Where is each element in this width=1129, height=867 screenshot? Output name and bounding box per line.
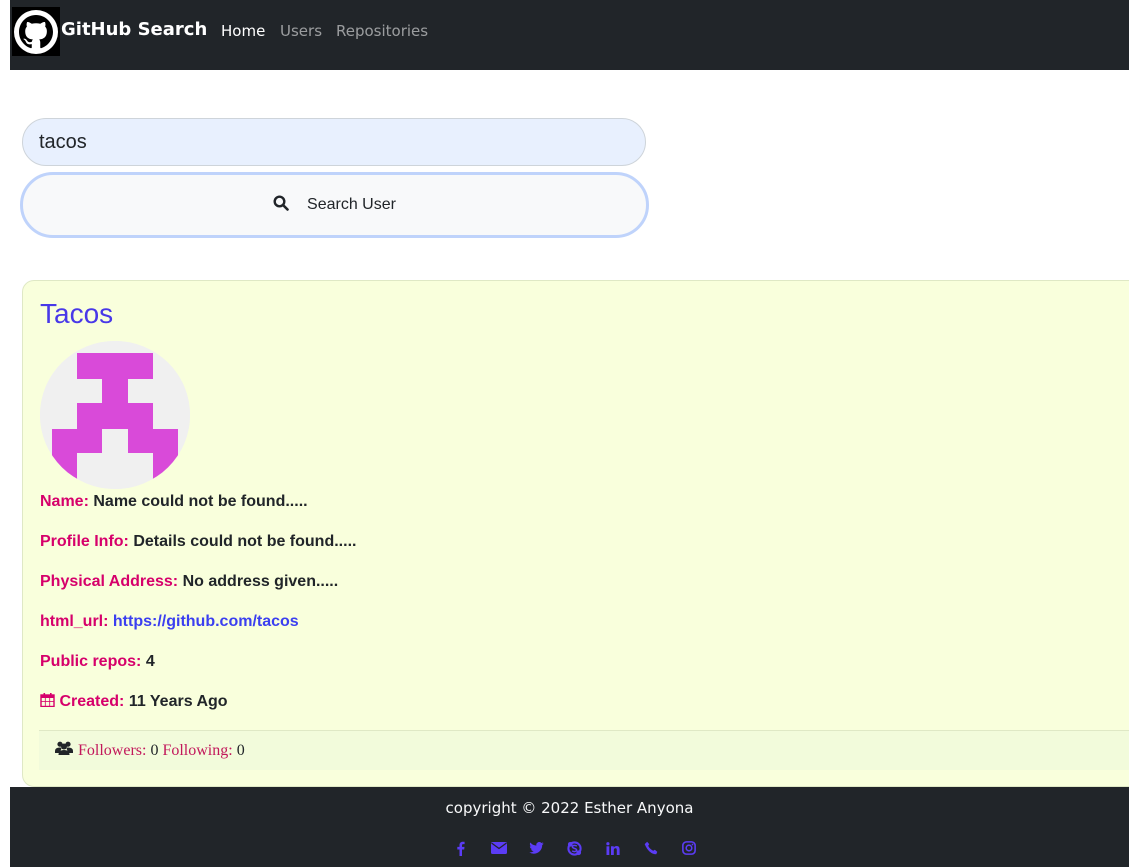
nav-link-users[interactable]: Users bbox=[280, 22, 322, 40]
user-avatar bbox=[40, 341, 190, 489]
following-label: Following: bbox=[162, 741, 233, 759]
profile-value: Details could not be found..... bbox=[133, 533, 357, 550]
skype-icon[interactable] bbox=[565, 839, 585, 857]
info-name: Name: Name could not be found..... bbox=[40, 493, 308, 511]
address-value: No address given..... bbox=[182, 573, 339, 590]
github-logo-icon[interactable] bbox=[12, 7, 60, 56]
nav-link-home[interactable]: Home bbox=[221, 22, 265, 40]
info-address: Physical Address: No address given..... bbox=[40, 573, 338, 591]
facebook-icon[interactable] bbox=[451, 839, 471, 857]
info-created: Created: 11 Years Ago bbox=[40, 693, 228, 711]
repos-label: Public repos: bbox=[40, 653, 142, 670]
following-value: 0 bbox=[236, 741, 245, 759]
search-button-label: Search User bbox=[307, 196, 396, 213]
users-icon bbox=[55, 741, 73, 760]
created-label: Created: bbox=[59, 693, 125, 710]
name-value: Name could not be found..... bbox=[93, 493, 308, 510]
address-label: Physical Address: bbox=[40, 573, 179, 590]
copyright-text: copyright © 2022 Esther Anyona bbox=[445, 799, 694, 817]
envelope-icon[interactable] bbox=[489, 839, 509, 857]
search-icon bbox=[273, 194, 289, 216]
social-links bbox=[10, 839, 1129, 857]
brand-title[interactable]: GitHub Search bbox=[61, 19, 207, 40]
info-url: html_url: https://github.com/tacos bbox=[40, 613, 299, 631]
card-footer-stats: Followers: 0 Following: 0 bbox=[39, 730, 1129, 770]
name-label: Name: bbox=[40, 493, 89, 510]
search-user-button[interactable]: Search User bbox=[20, 172, 649, 238]
followers-label: Followers: bbox=[78, 741, 147, 759]
profile-label: Profile Info: bbox=[40, 533, 129, 550]
linkedin-icon[interactable] bbox=[603, 839, 623, 857]
profile-url-link[interactable]: https://github.com/tacos bbox=[113, 613, 299, 630]
search-input[interactable] bbox=[22, 118, 646, 166]
created-value: 11 Years Ago bbox=[128, 693, 228, 710]
info-profile: Profile Info: Details could not be found… bbox=[40, 533, 356, 551]
repos-value: 4 bbox=[145, 653, 155, 670]
user-card: Tacos Name: Name could not be found.....… bbox=[22, 280, 1129, 787]
phone-icon[interactable] bbox=[641, 839, 661, 857]
calendar-icon bbox=[40, 693, 59, 710]
user-title: Tacos bbox=[40, 298, 114, 329]
page-footer: copyright © 2022 Esther Anyona bbox=[10, 787, 1129, 867]
followers-value: 0 bbox=[150, 741, 159, 759]
instagram-icon[interactable] bbox=[679, 839, 699, 857]
navbar: GitHub Search Home Users Repositories bbox=[10, 0, 1129, 70]
info-repos: Public repos: 4 bbox=[40, 653, 155, 671]
url-label: html_url: bbox=[40, 613, 109, 630]
twitter-icon[interactable] bbox=[527, 839, 547, 857]
nav-link-repositories[interactable]: Repositories bbox=[336, 22, 428, 40]
